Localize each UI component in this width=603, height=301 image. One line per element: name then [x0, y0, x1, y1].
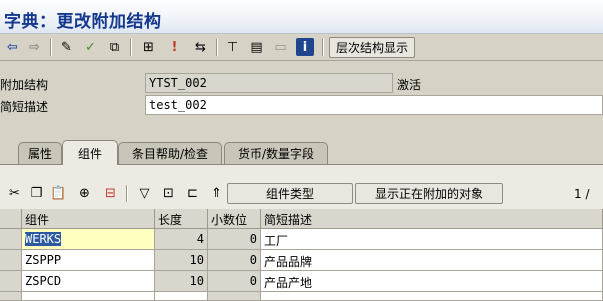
copy-icon[interactable]: ❐ — [26, 183, 47, 204]
table-cell-decimals: 0 — [208, 229, 261, 250]
select-all-icon[interactable]: ⊡ — [158, 183, 179, 204]
back-arrow-icon[interactable]: ⇦ — [2, 37, 23, 58]
table-cell-desc: 产品品牌 — [261, 250, 603, 271]
row-selector[interactable] — [0, 250, 22, 271]
table-cell-component[interactable]: WERKS — [22, 229, 155, 250]
table-cell-decimals: 0 — [208, 271, 261, 292]
tab-entry-help-check[interactable]: 条目帮助/检查 — [118, 142, 222, 164]
status-text: 激活 — [397, 78, 422, 92]
row-selector-header[interactable] — [0, 209, 22, 229]
toolbar-separator — [126, 185, 128, 202]
page-indicator: 1 / — [574, 187, 590, 201]
tab-currency-quantity[interactable]: 货币/数量字段 — [224, 142, 328, 164]
short-description-input[interactable]: test_002 — [145, 95, 603, 115]
append-structure-label: 附加结构 — [0, 78, 49, 92]
where-used-icon[interactable]: ⊞ — [138, 37, 159, 58]
tab-components[interactable]: 组件 — [62, 140, 118, 165]
info-exclaim-icon[interactable]: ! — [164, 37, 185, 58]
empty-icon[interactable]: ▭ — [270, 37, 291, 58]
sort-up-icon[interactable]: ⇑ — [206, 183, 227, 204]
col-header-decimals[interactable]: 小数位 — [208, 209, 261, 229]
table-cell-length: 10 — [155, 271, 208, 292]
delete-row-icon[interactable]: ⊟ — [100, 183, 121, 204]
row-selector[interactable] — [0, 229, 22, 250]
table-cell-component[interactable]: ZSPPP — [22, 250, 155, 271]
check-icon[interactable]: ✓ — [80, 37, 101, 58]
insert-row-icon[interactable]: ⊕ — [74, 183, 95, 204]
components-panel: ✂ ❐ 📋 ⊕ ⊟ ▽ ⊡ ⊏ ⇑ 组件类型 显示正在附加的对象 1 / 组件 … — [0, 164, 603, 301]
pencil-glasses-icon[interactable]: ✎ — [56, 37, 77, 58]
activate-icon[interactable]: ⧉ — [104, 37, 125, 58]
table-cell-component[interactable]: ZSPCD — [22, 271, 155, 292]
table-cell-desc: 工厂 — [261, 229, 603, 250]
application-toolbar: ⇦ ⇨ ✎ ✓ ⧉ ⊞ ! ⇆ ⊤ ▤ ▭ i 层次结构显示 — [0, 34, 603, 61]
table-cell-length: 4 — [155, 229, 208, 250]
selected-text: WERKS — [25, 232, 62, 246]
title-bar: 字典：更改附加结构 — [0, 0, 603, 34]
tab-attributes[interactable]: 属性 — [18, 142, 62, 164]
navigate-icon[interactable]: ⇆ — [190, 37, 211, 58]
hierarchy-display-button[interactable]: 层次结构显示 — [329, 37, 415, 58]
append-structure-row: 附加结构 YTST_002 激活 — [0, 73, 603, 94]
forward-arrow-icon[interactable]: ⇨ — [24, 37, 45, 58]
col-header-length[interactable]: 长度 — [155, 209, 208, 229]
toolbar-separator — [130, 39, 132, 56]
component-type-button[interactable]: 组件类型 — [227, 183, 353, 204]
hierarchy-icon[interactable]: ⊤ — [222, 37, 243, 58]
tab-strip: 属性 组件 条目帮助/检查 货币/数量字段 — [0, 140, 603, 165]
print-layout-icon[interactable]: ▤ — [246, 37, 267, 58]
col-header-component[interactable]: 组件 — [22, 209, 155, 229]
show-append-objects-button[interactable]: 显示正在附加的对象 — [355, 183, 503, 204]
window-title: 字典：更改附加结构 — [4, 12, 162, 32]
cut-icon[interactable]: ✂ — [4, 183, 25, 204]
toolbar-separator — [322, 39, 324, 56]
paste-icon[interactable]: 📋 — [48, 183, 69, 204]
table-cell-decimals: 0 — [208, 250, 261, 271]
table-cell-length: 10 — [155, 250, 208, 271]
col-header-short-desc[interactable]: 简短描述 — [261, 209, 603, 229]
filter-icon[interactable]: ▽ — [134, 183, 155, 204]
toolbar-separator — [216, 39, 218, 56]
deselect-icon[interactable]: ⊏ — [182, 183, 203, 204]
append-structure-field: YTST_002 — [145, 73, 393, 93]
toolbar-separator — [50, 39, 52, 56]
short-description-label: 简短描述 — [0, 100, 49, 114]
info-icon[interactable]: i — [296, 38, 314, 56]
table-cell-desc: 产品产地 — [261, 271, 603, 292]
short-description-row: 简短描述 test_002 — [0, 95, 603, 116]
row-selector[interactable] — [0, 271, 22, 292]
